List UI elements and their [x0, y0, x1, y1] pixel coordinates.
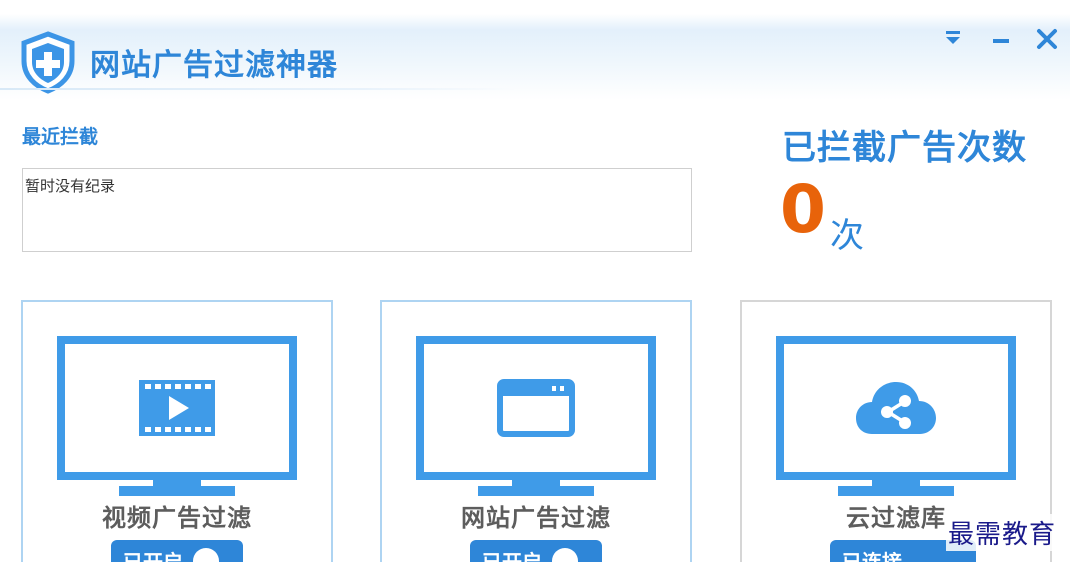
cloud-share-icon: [856, 382, 936, 434]
toggle-status: 已开启: [482, 550, 542, 562]
dropdown-menu-icon[interactable]: [938, 24, 968, 54]
recent-empty-text: 暂时没有纪录: [25, 177, 116, 195]
close-icon[interactable]: [1032, 24, 1062, 54]
header-divider: [0, 88, 515, 90]
blocked-count-title: 已拦截广告次数: [782, 128, 1027, 168]
blocked-count-value: 0: [780, 171, 826, 248]
recent-block-list: 暂时没有纪录: [22, 168, 692, 252]
site-ad-filter-card[interactable]: 网站广告过滤 已开启: [380, 300, 692, 562]
card-label: 视频广告过滤: [102, 504, 252, 532]
toggle-knob: [193, 548, 219, 562]
card-label: 网站广告过滤: [461, 504, 611, 532]
app-title: 网站广告过滤神器: [90, 48, 338, 83]
video-play-icon: [139, 380, 215, 436]
recent-block-title: 最近拦截: [22, 126, 99, 148]
video-ad-filter-card[interactable]: 视频广告过滤 已开启: [21, 300, 333, 562]
title-bar: 网站广告过滤神器: [0, 0, 1070, 100]
toggle-status: 已开启: [123, 550, 183, 562]
video-ad-filter-toggle[interactable]: 已开启: [111, 540, 243, 562]
site-ad-filter-toggle[interactable]: 已开启: [470, 540, 602, 562]
shield-icon: [21, 31, 75, 94]
blocked-count-unit: 次: [830, 216, 864, 256]
toggle-status: 已连接: [842, 550, 902, 562]
browser-window-icon: [497, 379, 575, 437]
app-window: 网站广告过滤神器 最近拦截 暂时没有纪录 已拦截广告次数 0 次 视频广告过滤 …: [0, 0, 1070, 562]
toggle-knob: [552, 548, 578, 562]
watermark-text: 最需教育: [946, 514, 1059, 551]
minimize-icon[interactable]: [986, 24, 1016, 54]
